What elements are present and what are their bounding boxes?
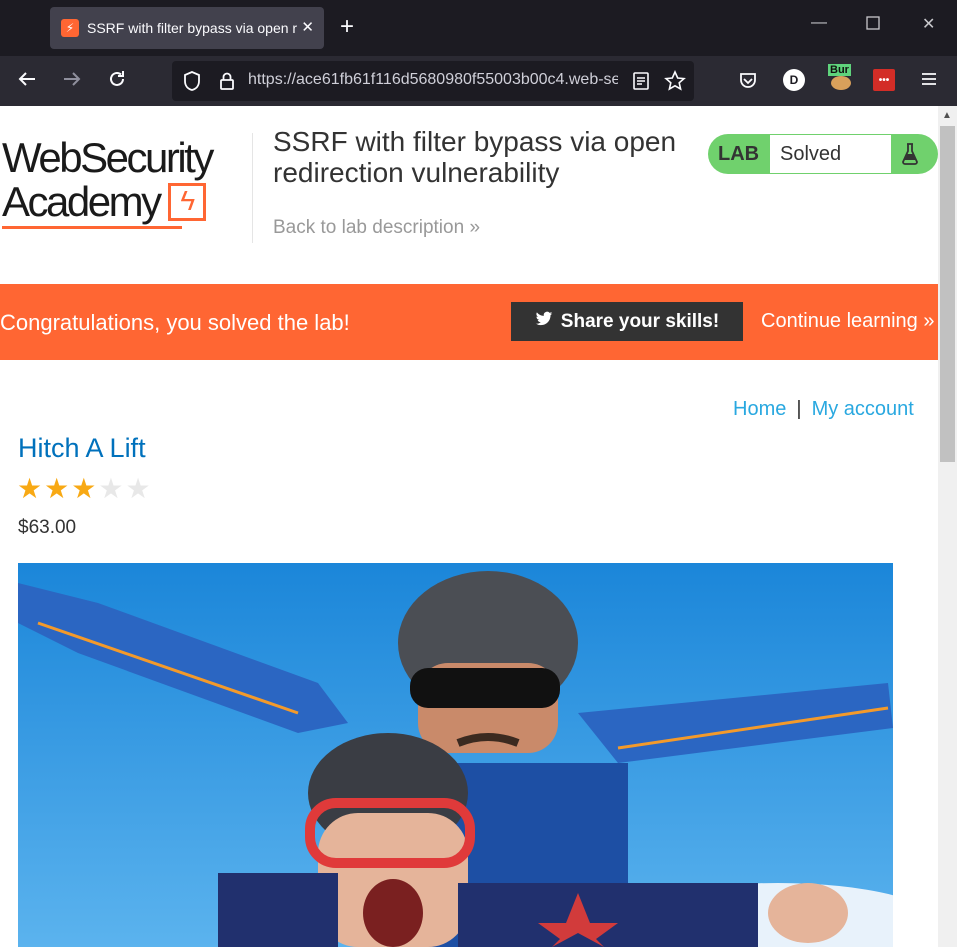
back-to-lab-description-link[interactable]: Back to lab description » bbox=[273, 217, 480, 239]
star-empty-icon: ★ bbox=[125, 473, 153, 504]
burp-face bbox=[831, 76, 851, 90]
product-rating: ★★★★★ bbox=[17, 472, 153, 505]
tab-bar: ⚡ SSRF with filter bypass via open redir… bbox=[0, 0, 957, 56]
url-text[interactable]: https://ace61fb61f116d5680980f55003b00c4… bbox=[248, 71, 618, 89]
header-divider bbox=[252, 133, 253, 243]
forward-arrow-icon[interactable] bbox=[61, 68, 83, 96]
web-security-academy-logo[interactable]: WebSecurity Academy ϟ bbox=[2, 136, 252, 229]
close-window-icon[interactable]: ✕ bbox=[922, 14, 935, 34]
reload-icon[interactable] bbox=[106, 68, 128, 96]
nav-separator: | bbox=[796, 398, 802, 420]
lab-title: SSRF with filter bypass via open redirec… bbox=[273, 126, 677, 188]
lab-status-widget: LAB Solved bbox=[708, 134, 938, 174]
logo-underline bbox=[2, 226, 182, 229]
star-filled-icon: ★ bbox=[44, 473, 72, 504]
solved-banner: Congratulations, you solved the lab! Sha… bbox=[0, 284, 938, 360]
product-title: Hitch A Lift bbox=[18, 433, 146, 463]
star-empty-icon: ★ bbox=[98, 473, 126, 504]
browser-tab[interactable]: ⚡ SSRF with filter bypass via open redir… bbox=[50, 7, 324, 49]
scroll-up-arrow-icon[interactable]: ▲ bbox=[942, 110, 952, 121]
academy-bolt-icon: ϟ bbox=[167, 183, 206, 221]
star-filled-icon: ★ bbox=[71, 473, 99, 504]
burp-favicon-icon: ⚡ bbox=[61, 19, 79, 37]
navigation-toolbar: https://ace61fb61f116d5680980f55003b00c4… bbox=[0, 56, 957, 106]
address-bar[interactable]: https://ace61fb61f116d5680980f55003b00c4… bbox=[172, 61, 694, 101]
vertical-scrollbar[interactable]: ▲ bbox=[938, 106, 957, 947]
twitter-icon bbox=[535, 311, 553, 332]
home-link[interactable]: Home bbox=[733, 398, 786, 420]
congratulations-message: Congratulations, you solved the lab! bbox=[0, 310, 350, 335]
account-nav: Home | My account bbox=[733, 398, 914, 421]
new-tab-button[interactable]: + bbox=[340, 14, 354, 40]
continue-learning-link[interactable]: Continue learning » bbox=[761, 310, 934, 333]
share-skills-button[interactable]: Share your skills! bbox=[511, 302, 743, 341]
minimize-icon[interactable]: — bbox=[811, 14, 827, 32]
lock-icon[interactable] bbox=[218, 70, 236, 97]
logo-line2: Academy bbox=[2, 178, 162, 225]
lab-label: LAB bbox=[718, 143, 760, 165]
logo-line2-row: Academy ϟ bbox=[2, 180, 252, 224]
flask-icon bbox=[900, 142, 920, 172]
tracking-shield-icon[interactable] bbox=[182, 70, 202, 97]
burp-icon[interactable]: Bur bbox=[828, 64, 854, 92]
tab-title: SSRF with filter bypass via open redirec… bbox=[87, 20, 297, 36]
reader-view-icon[interactable] bbox=[632, 70, 650, 97]
my-account-link[interactable]: My account bbox=[812, 398, 914, 420]
share-skills-label: Share your skills! bbox=[560, 310, 720, 332]
logo-line1: WebSecurity bbox=[2, 134, 214, 181]
pocket-icon[interactable] bbox=[737, 69, 759, 91]
star-filled-icon: ★ bbox=[17, 473, 45, 504]
lastpass-icon[interactable]: ••• bbox=[873, 69, 895, 91]
product-image bbox=[18, 563, 893, 947]
product-price: $63.00 bbox=[18, 517, 77, 538]
burp-badge: Bur bbox=[828, 64, 851, 76]
lab-status-value: Solved bbox=[769, 134, 892, 174]
page-content: WebSecurity Academy ϟ SSRF with filter b… bbox=[0, 106, 938, 947]
back-arrow-icon[interactable] bbox=[16, 68, 38, 96]
d-avatar-icon[interactable]: D bbox=[783, 69, 805, 91]
close-tab-icon[interactable]: ✕ bbox=[301, 18, 314, 36]
maximize-icon[interactable] bbox=[866, 16, 880, 35]
hamburger-menu-icon[interactable] bbox=[919, 68, 939, 96]
bookmark-star-icon[interactable] bbox=[664, 70, 686, 97]
scrollbar-thumb[interactable] bbox=[940, 126, 955, 462]
